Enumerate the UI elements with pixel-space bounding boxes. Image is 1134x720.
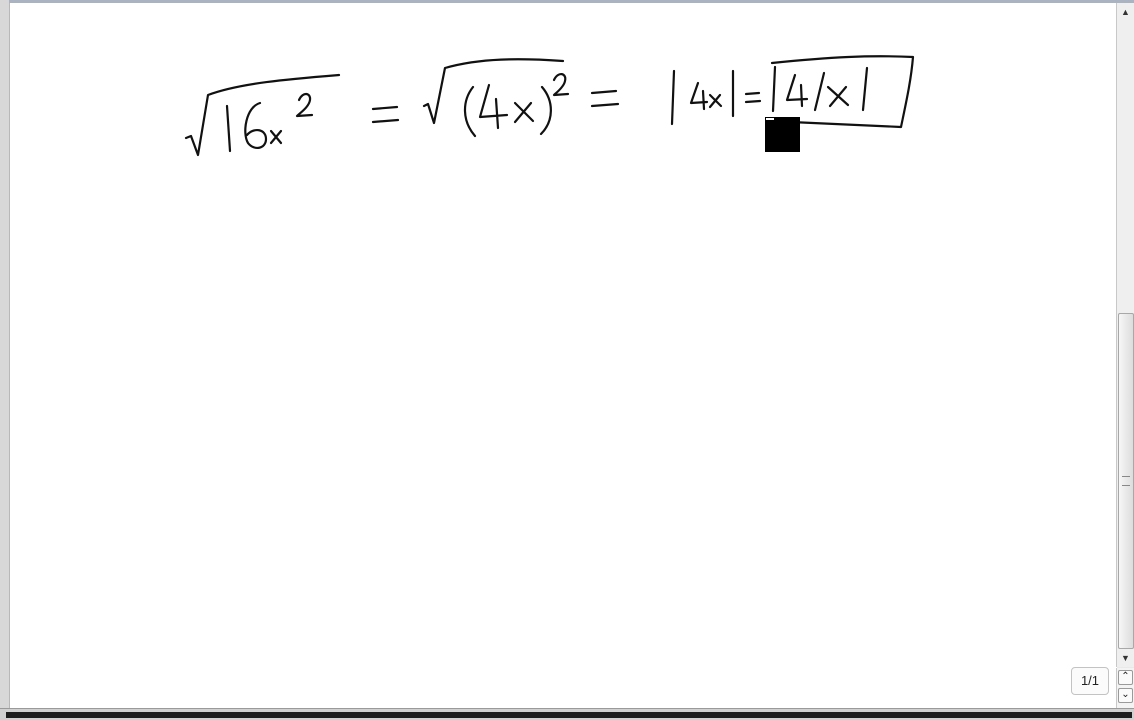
ink-digit-4-1 bbox=[478, 83, 509, 119]
ink-radical-1 bbox=[184, 73, 341, 157]
ink-digit-6 bbox=[244, 101, 268, 149]
ink-equals-3b bbox=[744, 99, 762, 104]
ink-equals-1a bbox=[371, 105, 399, 111]
eraser-cursor-highlight bbox=[766, 118, 774, 120]
ink-digit-1 bbox=[225, 104, 232, 153]
ink-digit-4-1b bbox=[494, 97, 500, 130]
double-chevron-up-icon[interactable]: ⌃ bbox=[1118, 670, 1133, 685]
vertical-scrollbar[interactable]: ▲ ▼ bbox=[1116, 3, 1134, 667]
ink-abs-bar-4 bbox=[813, 71, 826, 112]
window-left-edge bbox=[0, 0, 9, 720]
ink-abs-bar-3 bbox=[771, 65, 777, 113]
grip-icon bbox=[1122, 476, 1130, 486]
ink-equals-3a bbox=[744, 91, 761, 96]
triangle-up-icon[interactable]: ▲ bbox=[1117, 5, 1134, 19]
ink-digit-4-2b bbox=[701, 89, 706, 111]
double-chevron-down-icon[interactable]: ⌄ bbox=[1118, 688, 1133, 703]
ink-paren-open bbox=[463, 85, 477, 138]
ink-equals-1b bbox=[371, 118, 400, 124]
ink-equals-2a bbox=[590, 89, 618, 95]
ink-exponent-2-1 bbox=[295, 92, 314, 118]
ink-abs-bar-1 bbox=[670, 69, 676, 126]
ink-exponent-2-2 bbox=[552, 73, 570, 97]
ink-digit-4-3b bbox=[799, 83, 804, 108]
whiteboard-canvas[interactable] bbox=[9, 3, 1117, 708]
window-bottom-bar bbox=[6, 712, 1132, 718]
ink-radical-2 bbox=[422, 58, 565, 125]
ink-digit-4-3 bbox=[785, 73, 809, 102]
page-indicator: 1/1 bbox=[1071, 667, 1109, 695]
app-window: ▲ ▼ 1/1 ⌃ ⌄ bbox=[0, 0, 1134, 720]
page-navigation: ⌃ ⌄ bbox=[1116, 668, 1134, 708]
eraser-cursor bbox=[765, 117, 800, 152]
ink-equals-2b bbox=[590, 102, 620, 108]
ink-paren-close bbox=[539, 85, 552, 136]
triangle-down-icon[interactable]: ▼ bbox=[1117, 651, 1134, 665]
ink-abs-bar-5 bbox=[861, 66, 869, 112]
scrollbar-thumb[interactable] bbox=[1118, 313, 1134, 649]
handwritten-ink bbox=[184, 55, 915, 157]
